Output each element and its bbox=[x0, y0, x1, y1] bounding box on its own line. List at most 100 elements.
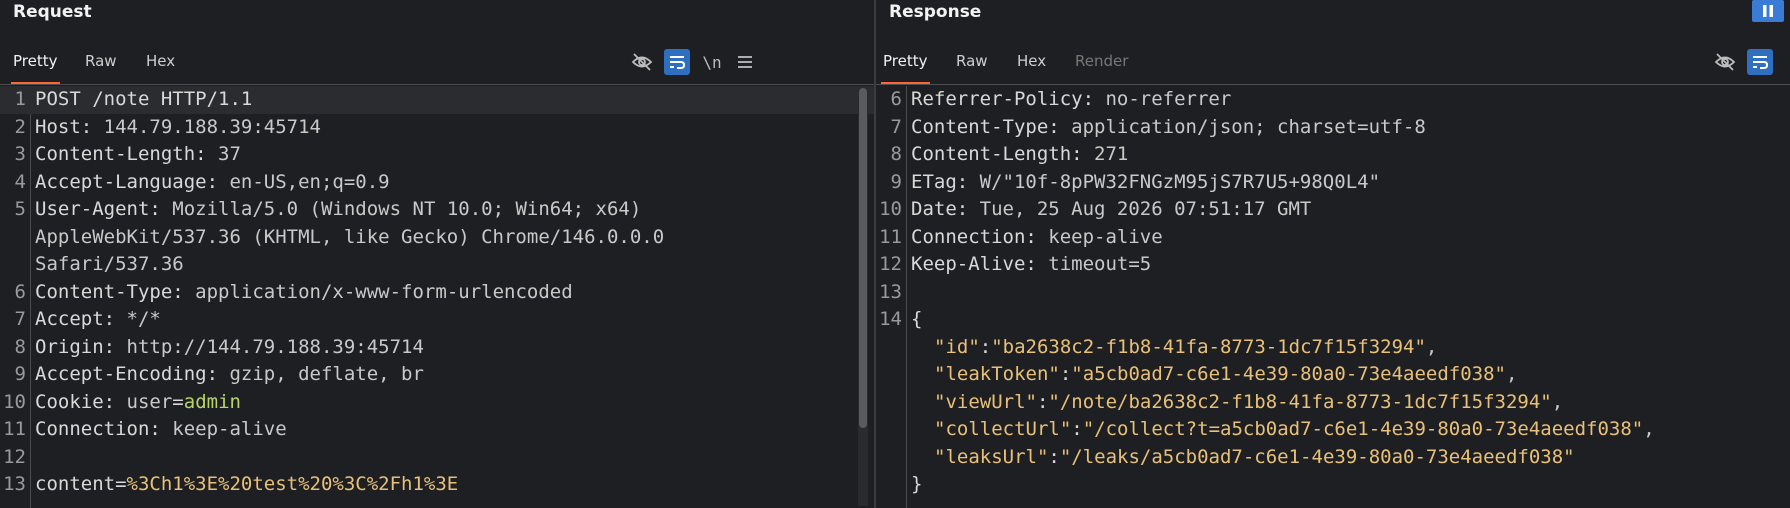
header-value: 271 bbox=[1082, 143, 1129, 165]
line-number: 7 bbox=[890, 115, 902, 138]
code-text: Content-Type: application/json; charset=… bbox=[911, 114, 1426, 142]
code-line[interactable]: } bbox=[876, 471, 1790, 499]
code-line[interactable]: 13 content=%3Ch1%3E%20test%20%3C%2Fh1%3E bbox=[0, 471, 874, 499]
request-pane: Request Pretty Raw Hex \n 1 POST /note HT… bbox=[0, 0, 874, 508]
code-line[interactable]: 11 Connection: keep-alive bbox=[876, 224, 1790, 252]
json-open-brace: { bbox=[911, 308, 923, 330]
json-line[interactable]: "leaksUrl":"/leaks/a5cb0ad7-c6e1-4e39-80… bbox=[876, 444, 1790, 472]
tab-response-hex[interactable]: Hex bbox=[1017, 52, 1046, 70]
code-text: "id":"ba2638c2-f1b8-41fa-8773-1dc7f15f32… bbox=[934, 335, 1438, 358]
code-line[interactable]: 5 User-Agent: Mozilla/5.0 (Windows NT 10.… bbox=[0, 196, 874, 224]
code-text: Connection: keep-alive bbox=[35, 416, 287, 444]
line-number: 8 bbox=[14, 335, 26, 358]
code-line[interactable]: 8 Content-Length: 271 bbox=[876, 141, 1790, 169]
code-text: Content-Length: 37 bbox=[35, 141, 241, 169]
code-line[interactable]: 1 POST /note HTTP/1.1 bbox=[0, 86, 874, 114]
json-value: "/leaks/a5cb0ad7-c6e1-4e39-80a0-73e4aeed… bbox=[1059, 445, 1575, 468]
request-scrollbar[interactable] bbox=[858, 86, 868, 506]
json-key: "collectUrl" bbox=[934, 418, 1072, 440]
code-line[interactable]: 6 Referrer-Policy: no-referrer bbox=[876, 86, 1790, 114]
code-line[interactable]: 13 bbox=[876, 279, 1790, 307]
code-line[interactable]: 8 Origin: http://144.79.188.39:45714 bbox=[0, 334, 874, 362]
code-line[interactable]: Safari/537.36 bbox=[0, 251, 874, 279]
json-value: "a5cb0ad7-c6e1-4e39-80a0-73e4aeedf038" bbox=[1071, 363, 1506, 385]
request-scrollbar-thumb[interactable] bbox=[859, 88, 867, 428]
line-number: 6 bbox=[890, 88, 902, 110]
cookie-name: user bbox=[126, 390, 173, 413]
line-number: 14 bbox=[879, 308, 902, 330]
code-line[interactable]: 12 Keep-Alive: timeout=5 bbox=[876, 251, 1790, 279]
json-close-brace: } bbox=[911, 473, 923, 495]
line-number: 9 bbox=[890, 170, 902, 193]
code-line[interactable]: 4 Accept-Language: en-US,en;q=0.9 bbox=[0, 169, 874, 197]
header-value: 37 bbox=[206, 143, 241, 165]
header-value: AppleWebKit/537.36 (KHTML, like Gecko) C… bbox=[35, 225, 665, 248]
code-line[interactable]: 10 Cookie: user=admin bbox=[0, 389, 874, 417]
line-number: 2 bbox=[14, 115, 26, 138]
line-number: 11 bbox=[879, 225, 902, 248]
code-text: "leakToken":"a5cb0ad7-c6e1-4e39-80a0-73e… bbox=[934, 363, 1518, 385]
tab-request-raw[interactable]: Raw bbox=[85, 52, 117, 70]
json-key: "leaksUrl" bbox=[934, 445, 1049, 468]
tab-response-raw[interactable]: Raw bbox=[956, 52, 988, 70]
hamburger-menu-icon[interactable] bbox=[732, 49, 758, 75]
header-value: timeout=5 bbox=[1036, 253, 1152, 275]
newline-toggle[interactable]: \n bbox=[699, 49, 725, 75]
line-number: 7 bbox=[14, 308, 26, 330]
code-line[interactable]: 7 Accept: */* bbox=[0, 306, 874, 334]
eye-slash-icon[interactable] bbox=[1712, 49, 1738, 75]
json-line[interactable]: "viewUrl":"/note/ba2638c2-f1b8-41fa-8773… bbox=[876, 389, 1790, 417]
line-number: 3 bbox=[14, 143, 26, 165]
line-number: 12 bbox=[879, 253, 902, 275]
json-line[interactable]: "id":"ba2638c2-f1b8-41fa-8773-1dc7f15f32… bbox=[876, 334, 1790, 362]
line-number: 1 bbox=[14, 88, 26, 110]
code-line[interactable]: 10 Date: Tue, 25 Aug 2026 07:51:17 GMT bbox=[876, 196, 1790, 224]
code-line[interactable]: 11 Connection: keep-alive bbox=[0, 416, 874, 444]
tab-request-pretty[interactable]: Pretty bbox=[11, 52, 59, 84]
request-editor[interactable]: 1 POST /note HTTP/1.1 2 Host: 144.79.188.39… bbox=[0, 86, 874, 508]
code-line[interactable]: 9 ETag: W/"10f-8pPW32FNGzM95jS7R7U5+98Q0L… bbox=[876, 169, 1790, 197]
code-text: Connection: keep-alive bbox=[911, 224, 1163, 252]
code-text: Content-Type: application/x-www-form-url… bbox=[35, 279, 573, 307]
word-wrap-icon[interactable] bbox=[664, 49, 690, 75]
json-separator: , bbox=[1643, 418, 1655, 440]
json-value: "/collect?t=a5cb0ad7-c6e1-4e39-80a0-73e4… bbox=[1082, 418, 1644, 440]
response-editor[interactable]: 6 Referrer-Policy: no-referrer 7 Content-Ty… bbox=[876, 86, 1790, 508]
eye-slash-icon[interactable] bbox=[629, 49, 655, 75]
word-wrap-icon[interactable] bbox=[1747, 49, 1773, 75]
json-line[interactable]: "collectUrl":"/collect?t=a5cb0ad7-c6e1-4… bbox=[876, 416, 1790, 444]
line-number: 9 bbox=[14, 363, 26, 385]
code-line[interactable]: 7 Content-Type: application/json; charset… bbox=[876, 114, 1790, 142]
code-text: "leaksUrl":"/leaks/a5cb0ad7-c6e1-4e39-80… bbox=[934, 445, 1575, 468]
header-value: Safari/537.36 bbox=[35, 253, 184, 275]
code-line[interactable]: 2 Host: 144.79.188.39:45714 bbox=[0, 114, 874, 142]
code-text: content=%3Ch1%3E%20test%20%3C%2Fh1%3E bbox=[35, 471, 458, 499]
code-text: ETag: W/"10f-8pPW32FNGzM95jS7R7U5+98Q0L4… bbox=[911, 169, 1380, 197]
code-line[interactable]: 12 bbox=[0, 444, 874, 472]
header-key: Content-Length: bbox=[35, 143, 207, 165]
header-key: Host: bbox=[35, 115, 93, 138]
code-text: Accept-Language: en-US,en;q=0.9 bbox=[35, 169, 390, 197]
tab-response-render[interactable]: Render bbox=[1075, 52, 1128, 70]
code-line[interactable]: 9 Accept-Encoding: gzip, deflate, br bbox=[0, 361, 874, 389]
code-line[interactable]: 14 { bbox=[876, 306, 1790, 334]
line-number: 11 bbox=[3, 418, 26, 440]
code-line[interactable]: 6 Content-Type: application/x-www-form-ur… bbox=[0, 279, 874, 307]
header-key: Accept-Language: bbox=[35, 170, 219, 193]
line-number: 10 bbox=[879, 198, 902, 220]
tab-response-pretty[interactable]: Pretty bbox=[881, 52, 929, 84]
tab-request-hex[interactable]: Hex bbox=[146, 52, 175, 70]
line-number: 10 bbox=[3, 390, 26, 413]
header-key: Content-Length: bbox=[911, 143, 1083, 165]
line-number: 13 bbox=[3, 473, 26, 495]
json-line[interactable]: "leakToken":"a5cb0ad7-c6e1-4e39-80a0-73e… bbox=[876, 361, 1790, 389]
code-text: POST /note HTTP/1.1 bbox=[35, 86, 252, 114]
pause-button[interactable] bbox=[1752, 0, 1784, 22]
header-value: gzip, deflate, br bbox=[218, 363, 424, 385]
code-text: Keep-Alive: timeout=5 bbox=[911, 251, 1151, 279]
code-text: AppleWebKit/537.36 (KHTML, like Gecko) C… bbox=[35, 224, 664, 252]
header-key: Accept-Encoding: bbox=[35, 363, 219, 385]
code-line[interactable]: 3 Content-Length: 37 bbox=[0, 141, 874, 169]
json-key: "viewUrl" bbox=[934, 390, 1037, 413]
code-line[interactable]: AppleWebKit/537.36 (KHTML, like Gecko) C… bbox=[0, 224, 874, 252]
